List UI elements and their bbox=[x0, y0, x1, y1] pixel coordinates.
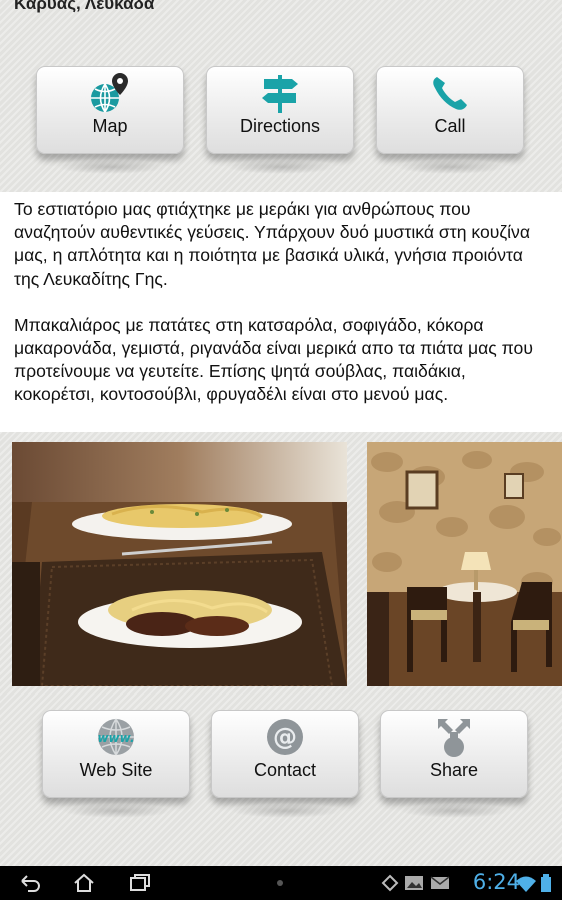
clock-time: 6:24 bbox=[472, 870, 520, 894]
bottom-action-area: www. Web Site @ Contact Share bbox=[0, 694, 562, 866]
website-button[interactable]: www. Web Site bbox=[42, 710, 190, 798]
button-shadow bbox=[400, 804, 510, 818]
website-button-label: Web Site bbox=[79, 760, 153, 780]
notification-diamond-icon bbox=[381, 874, 399, 892]
signpost-icon bbox=[262, 75, 298, 113]
button-shadow bbox=[62, 804, 172, 818]
button-shadow bbox=[231, 804, 341, 818]
share-button-label: Share bbox=[429, 760, 479, 780]
map-button[interactable]: Map bbox=[36, 66, 184, 154]
food-photo-image bbox=[12, 442, 347, 686]
system-navigation-bar: 6:24 bbox=[0, 866, 562, 900]
phone-icon bbox=[433, 77, 467, 110]
gallery-icon bbox=[405, 876, 423, 890]
top-action-area: Καρυάς, Λευκάδα Map Directions Call bbox=[0, 0, 562, 192]
call-button[interactable]: Call bbox=[376, 66, 524, 154]
menu-dot-icon[interactable] bbox=[277, 880, 283, 886]
mail-icon bbox=[430, 876, 450, 889]
www-globe-icon: www. bbox=[97, 718, 135, 756]
contact-button[interactable]: @ Contact bbox=[211, 710, 359, 798]
share-icon bbox=[438, 719, 470, 757]
call-button-label: Call bbox=[434, 116, 466, 136]
globe-pin-icon bbox=[91, 73, 128, 113]
back-icon[interactable] bbox=[18, 872, 42, 894]
description-paragraph: Μπακαλιάρος με πατάτες στη κατσαρόλα, σο… bbox=[14, 314, 533, 405]
directions-button[interactable]: Directions bbox=[206, 66, 354, 154]
interior-photo-image bbox=[367, 442, 562, 686]
battery-icon bbox=[541, 874, 551, 892]
restaurant-description: Το εστιατόριο μας φτιάχτηκε με μεράκι γι… bbox=[0, 192, 562, 432]
interior-photo[interactable] bbox=[367, 442, 562, 686]
location-title: Καρυάς, Λευκάδα bbox=[14, 0, 155, 13]
button-shadow bbox=[396, 160, 506, 174]
photo-gallery bbox=[0, 432, 562, 694]
button-shadow bbox=[226, 160, 336, 174]
directions-button-label: Directions bbox=[239, 116, 321, 136]
share-button[interactable]: Share bbox=[380, 710, 528, 798]
button-shadow bbox=[56, 160, 166, 174]
home-icon[interactable] bbox=[72, 872, 96, 894]
at-sign-icon: @ bbox=[267, 719, 303, 755]
map-button-label: Map bbox=[92, 116, 128, 136]
svg-text:@: @ bbox=[273, 723, 297, 751]
recent-apps-icon[interactable] bbox=[128, 872, 152, 894]
contact-button-label: Contact bbox=[253, 760, 317, 780]
svg-text:www.: www. bbox=[97, 731, 134, 745]
description-paragraph: Το εστιατόριο μας φτιάχτηκε με μεράκι γι… bbox=[14, 199, 531, 289]
food-photo[interactable] bbox=[12, 442, 347, 686]
wifi-icon bbox=[516, 876, 536, 892]
